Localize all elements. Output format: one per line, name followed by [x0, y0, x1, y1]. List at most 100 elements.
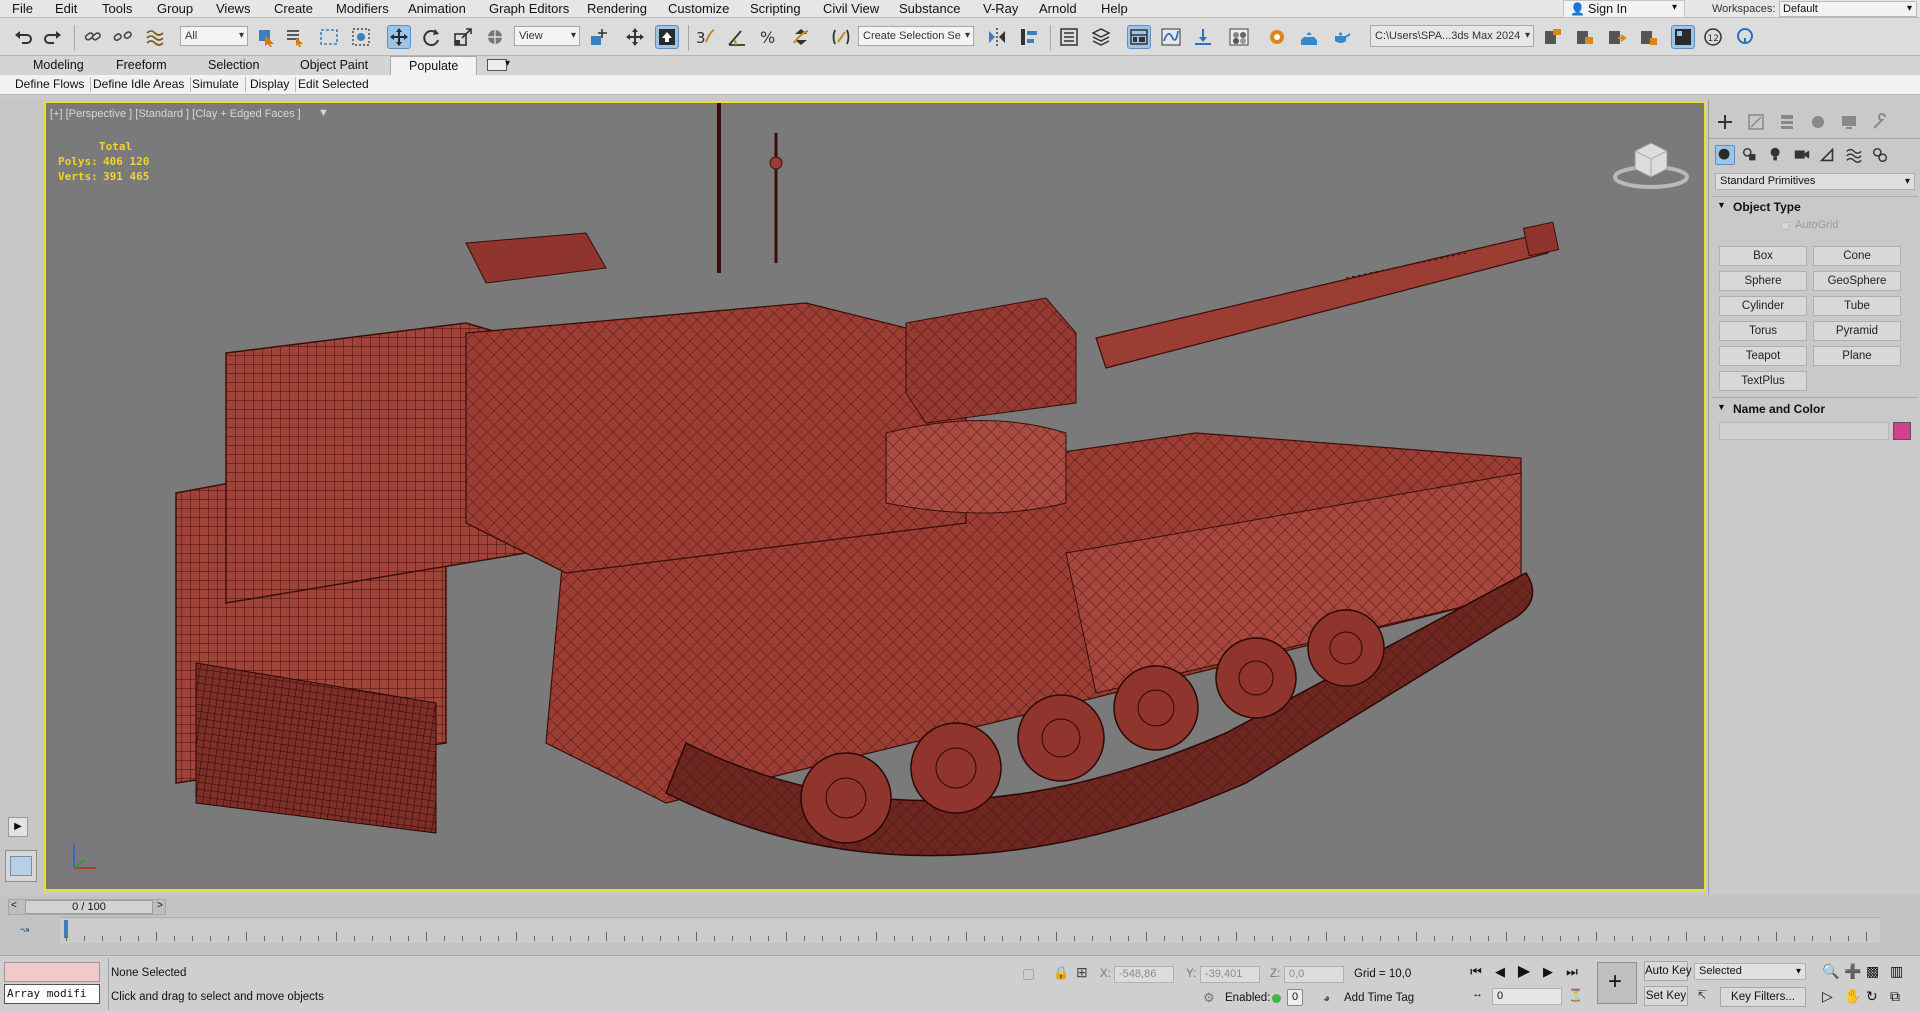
current-frame-field[interactable]: 0 — [1492, 988, 1562, 1005]
menu-customize[interactable]: Customize — [668, 1, 729, 17]
viewport-layout-button[interactable] — [1671, 25, 1695, 49]
systems-category-button[interactable] — [1871, 146, 1889, 167]
menu-group[interactable]: Group — [157, 1, 193, 17]
time-tag-icon[interactable]: ◕ — [1323, 991, 1330, 1005]
key-mode-dropdown[interactable]: Selected ▾ — [1694, 963, 1806, 980]
modify-tab-button[interactable] — [1746, 112, 1766, 132]
menu-substance[interactable]: Substance — [899, 1, 960, 17]
percent-snap-button[interactable]: % — [758, 26, 780, 48]
named-selection-set-dropdown[interactable]: Create Selection Se — [858, 26, 974, 46]
container-open-button[interactable] — [1574, 26, 1596, 48]
zoom-extents-all-icon[interactable]: ▥ — [1890, 963, 1903, 980]
rectangular-selection-button[interactable] — [318, 26, 340, 48]
select-and-scale-button[interactable] — [452, 26, 474, 48]
cone-button[interactable]: Cone — [1813, 246, 1901, 266]
object-category-dropdown[interactable]: Standard Primitives ▾ — [1715, 173, 1915, 190]
autogrid-checkbox[interactable] — [1781, 222, 1789, 230]
z-coordinate-field[interactable]: 0,0 — [1284, 966, 1344, 983]
y-coordinate-field[interactable]: -39,401 — [1200, 966, 1260, 983]
container-save-button[interactable] — [1638, 26, 1660, 48]
selection-filter-dropdown[interactable]: All — [180, 26, 248, 46]
field-of-view-icon[interactable]: ▷ — [1822, 988, 1833, 1005]
tab-freeform[interactable]: Freeform — [116, 58, 167, 73]
create-tab-button[interactable] — [1715, 112, 1735, 132]
reference-coordinate-dropdown[interactable]: View — [514, 26, 580, 46]
viewport-layout-thumb[interactable] — [5, 850, 37, 882]
play-icon[interactable]: ▶ — [1516, 964, 1532, 980]
menu-help[interactable]: Help — [1101, 1, 1128, 17]
maxscript-mini-listener[interactable]: Array modifi — [4, 984, 100, 1004]
ribbon-minimize-icon[interactable] — [487, 59, 507, 71]
add-time-tag-button[interactable]: Add Time Tag — [1344, 992, 1414, 1004]
next-frame-icon[interactable]: ▶ — [1540, 964, 1556, 980]
zoom-icon[interactable]: 🔍 — [1822, 963, 1839, 980]
menu-file[interactable]: File — [12, 1, 33, 17]
subtab-define-idle-areas[interactable]: Define Idle Areas — [93, 77, 192, 92]
slider-prev-arrow-icon[interactable]: < — [11, 900, 17, 911]
absolute-mode-icon[interactable]: ⊞ — [1076, 964, 1088, 981]
utilities-tab-button[interactable] — [1870, 112, 1890, 132]
zoom-extents-icon[interactable]: ▩ — [1866, 963, 1879, 980]
snaps-toggle-button[interactable]: 3 — [694, 26, 716, 48]
menu-create[interactable]: Create — [274, 1, 313, 17]
subtab-define-flows[interactable]: Define Flows — [15, 77, 92, 92]
redo-button[interactable] — [42, 26, 64, 48]
auto-key-button[interactable]: Auto Key — [1644, 961, 1692, 981]
motion-tab-button[interactable] — [1808, 112, 1828, 132]
menu-vray[interactable]: V-Ray — [983, 1, 1018, 17]
isolate-selection-icon[interactable]: ▢ — [1022, 965, 1035, 982]
previous-frame-icon[interactable]: ◀ — [1492, 964, 1508, 980]
subtab-simulate[interactable]: Simulate — [192, 77, 246, 92]
menu-arnold[interactable]: Arnold — [1039, 1, 1077, 17]
rendered-frame-window-button[interactable] — [1298, 26, 1320, 48]
spacewarps-category-button[interactable] — [1845, 146, 1863, 167]
pivot-center-button[interactable] — [588, 26, 610, 48]
sign-in-dropdown[interactable]: 👤 Sign In ▾ — [1563, 0, 1685, 18]
render-production-button[interactable] — [1330, 26, 1352, 48]
chevron-down-icon[interactable]: ▾ — [505, 58, 510, 69]
toggle-ribbon-button[interactable] — [1127, 25, 1151, 49]
pan-view-icon[interactable]: ✋ — [1844, 988, 1861, 1005]
align-button[interactable] — [1018, 26, 1040, 48]
select-object-button[interactable] — [255, 26, 277, 48]
tab-object-paint[interactable]: Object Paint — [300, 58, 368, 73]
set-keys-button[interactable]: + — [1597, 962, 1637, 1004]
select-and-move-button[interactable] — [387, 25, 411, 49]
menu-civil-view[interactable]: Civil View — [823, 1, 879, 17]
key-mode-toggle-icon[interactable]: ↔ — [1472, 988, 1483, 1000]
mirror-button[interactable] — [986, 26, 1008, 48]
curve-editor-mini-icon[interactable]: ↝ — [20, 923, 29, 936]
orbit-icon[interactable]: ↻ — [1866, 988, 1878, 1005]
menu-scripting[interactable]: Scripting — [750, 1, 801, 17]
project-path-dropdown[interactable]: C:\Users\SPA...3ds Max 2024 — [1370, 25, 1534, 47]
cylinder-button[interactable]: Cylinder — [1719, 296, 1807, 316]
shapes-category-button[interactable] — [1741, 146, 1759, 167]
edit-named-selection-button[interactable] — [830, 26, 852, 48]
time-slider-thumb[interactable]: 0 / 100 — [25, 900, 153, 914]
undo-button[interactable] — [12, 26, 34, 48]
perspective-viewport[interactable]: [+] [Perspective ] [Standard ] [Clay + E… — [44, 101, 1706, 891]
lock-icon[interactable]: 🔒 — [1053, 965, 1069, 981]
container-inherit-button[interactable] — [1606, 26, 1628, 48]
material-editor-button[interactable] — [1228, 26, 1250, 48]
geosphere-button[interactable]: GeoSphere — [1813, 271, 1901, 291]
menu-tools[interactable]: Tools — [102, 1, 132, 17]
menu-animation[interactable]: Animation — [408, 1, 466, 17]
menu-edit[interactable]: Edit — [55, 1, 77, 17]
slider-next-arrow-icon[interactable]: > — [157, 900, 163, 911]
curve-editor-button[interactable] — [1160, 26, 1182, 48]
collapse-arrow-icon[interactable]: ▼ — [1717, 200, 1726, 210]
cameras-category-button[interactable] — [1793, 146, 1811, 167]
tab-selection[interactable]: Selection — [208, 58, 259, 73]
select-by-name-button[interactable] — [284, 26, 306, 48]
display-tab-button[interactable] — [1839, 112, 1859, 132]
time-slider[interactable]: < 0 / 100 > — [8, 899, 166, 915]
toggle-layer-explorer-button[interactable] — [1090, 26, 1112, 48]
lights-category-button[interactable] — [1767, 146, 1785, 167]
key-filters-button[interactable]: Key Filters... — [1720, 987, 1806, 1007]
go-to-end-icon[interactable]: ⏭ — [1564, 964, 1580, 980]
subtab-display[interactable]: Display — [250, 77, 297, 92]
go-to-start-icon[interactable]: ⏮ — [1468, 964, 1484, 980]
box-button[interactable]: Box — [1719, 246, 1807, 266]
enabled-status-dot[interactable] — [1272, 994, 1281, 1003]
